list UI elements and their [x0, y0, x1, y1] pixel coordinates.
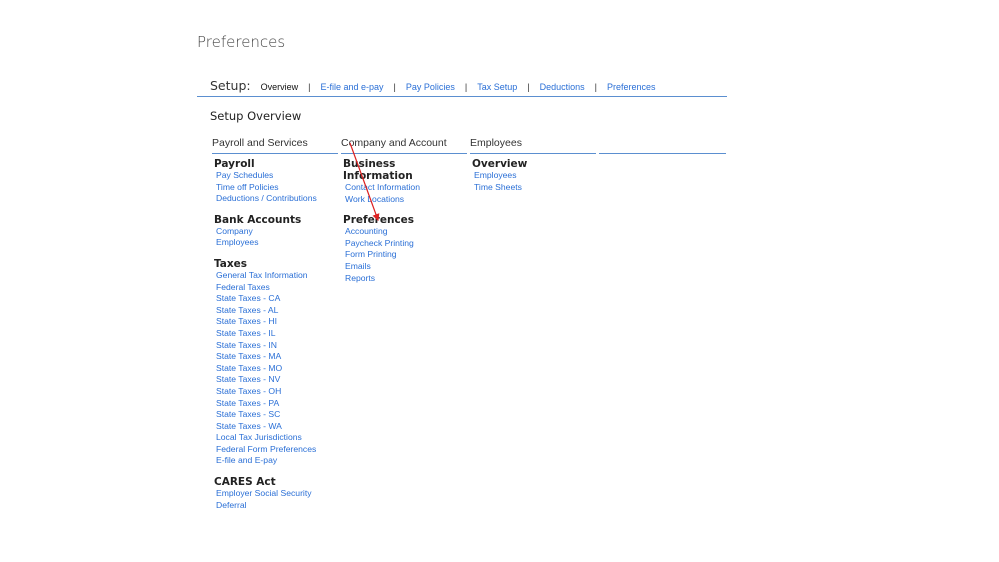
- annotation-arrow: [349, 142, 380, 222]
